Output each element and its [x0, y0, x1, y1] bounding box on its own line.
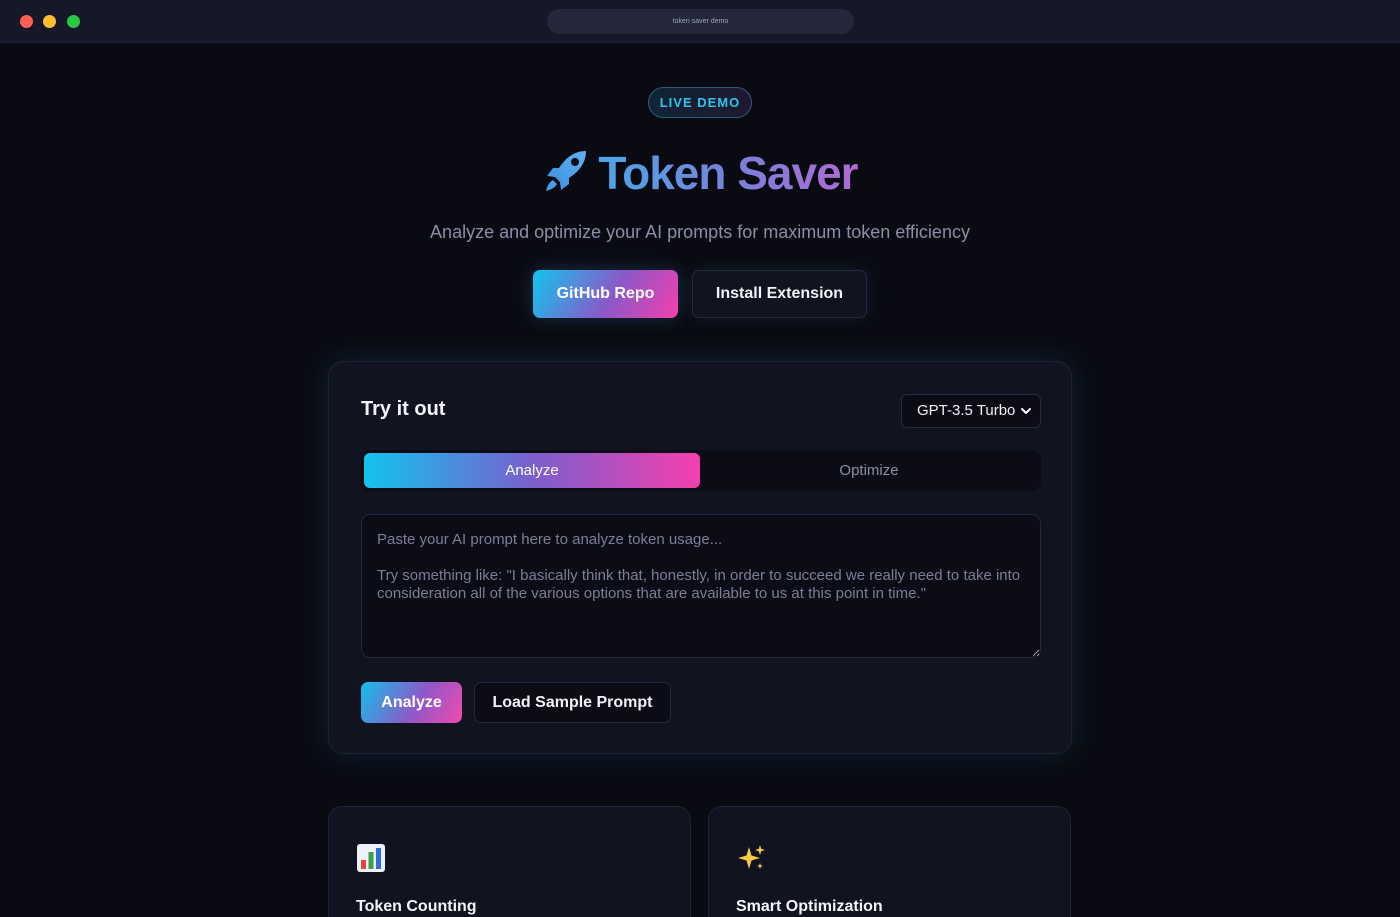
card-title: Try it out: [361, 398, 446, 420]
rocket-icon: [546, 151, 587, 191]
try-it-card: Try it out GPT-3.5 Turbo Analyze Optimiz…: [328, 361, 1072, 754]
feature-card-smart-optimization: Smart Optimization: [708, 806, 1071, 917]
mode-tabs: Analyze Optimize: [361, 450, 1041, 491]
tab-optimize[interactable]: Optimize: [701, 453, 1037, 488]
feature-title: Token Counting: [356, 898, 477, 915]
bar-chart-icon: [357, 844, 385, 872]
minimize-window-button[interactable]: [43, 15, 56, 28]
close-window-button[interactable]: [20, 15, 33, 28]
live-demo-badge: LIVE DEMO: [648, 87, 752, 118]
tab-analyze[interactable]: Analyze: [364, 453, 700, 488]
github-repo-button[interactable]: GitHub Repo: [533, 270, 678, 318]
address-bar[interactable]: token saver demo: [547, 9, 854, 34]
feature-card-token-counting: Token Counting: [328, 806, 691, 917]
model-select[interactable]: GPT-3.5 Turbo: [901, 394, 1041, 428]
install-extension-button[interactable]: Install Extension: [692, 270, 867, 318]
maximize-window-button[interactable]: [67, 15, 80, 28]
page-subtitle: Analyze and optimize your AI prompts for…: [430, 222, 970, 242]
chevron-down-icon: [1021, 408, 1031, 414]
sparkles-icon: [738, 845, 765, 869]
title-text: Token Saver: [598, 147, 858, 199]
load-sample-prompt-button[interactable]: Load Sample Prompt: [474, 682, 671, 723]
window-titlebar: token saver demo: [0, 0, 1400, 43]
page-title: Token Saver: [0, 142, 1400, 204]
model-select-value: GPT-3.5 Turbo: [917, 402, 1016, 419]
analyze-button[interactable]: Analyze: [361, 682, 462, 723]
feature-title: Smart Optimization: [736, 898, 883, 915]
prompt-input[interactable]: [361, 514, 1041, 658]
